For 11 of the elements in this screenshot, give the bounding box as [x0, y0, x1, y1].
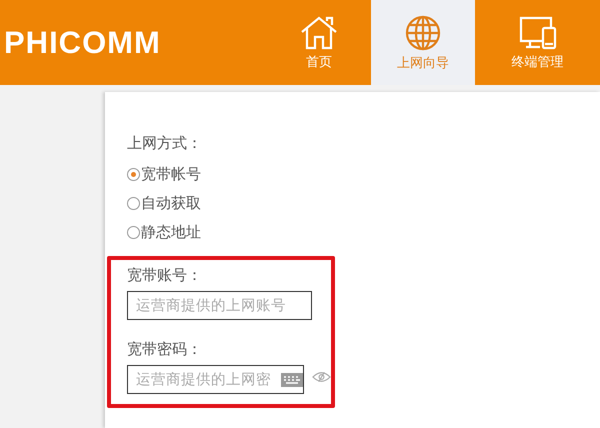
- radio-option[interactable]: 自动获取: [127, 194, 201, 213]
- account-input[interactable]: 运营商提供的上网账号: [127, 291, 312, 320]
- keyboard-icon: [281, 372, 303, 386]
- field-label: 宽带账号：: [127, 266, 202, 285]
- logo: PHICOMM: [4, 24, 162, 60]
- radio-option[interactable]: 静态地址: [127, 223, 201, 242]
- hidden-eye-icon[interactable]: [312, 370, 331, 382]
- field-label: 宽带密码：: [127, 340, 202, 359]
- password-input[interactable]: 运营商提供的上网密: [127, 365, 304, 394]
- radio-option[interactable]: 宽带帐号: [127, 165, 201, 184]
- field-label: 上网方式：: [127, 134, 202, 153]
